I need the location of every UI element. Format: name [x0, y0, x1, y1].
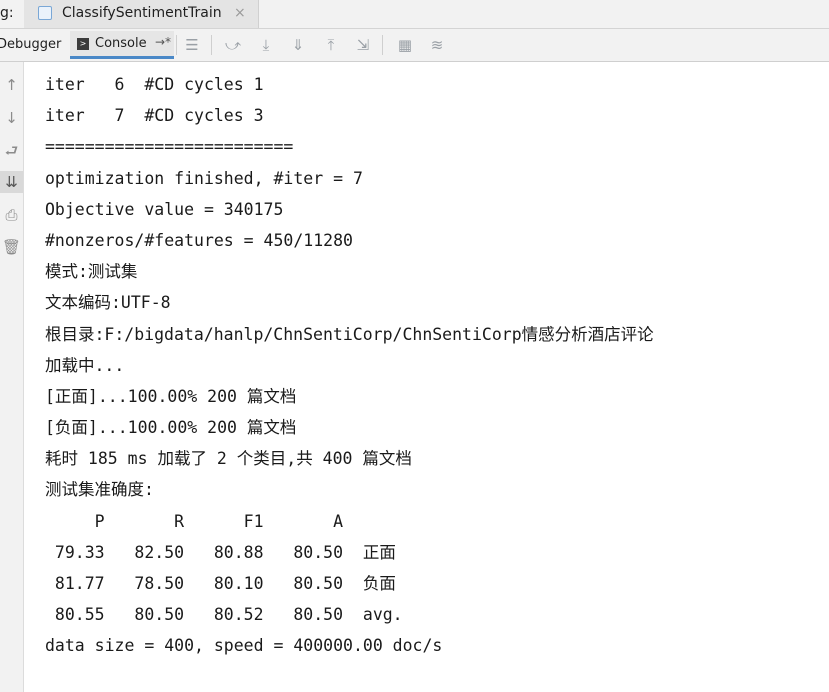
console-line: 81.77 78.50 80.10 80.50 负面: [45, 574, 396, 593]
console-line: 文本编码:UTF-8: [45, 293, 171, 313]
console-line: iter 7 #CD cycles 3: [45, 106, 264, 126]
trash-icon[interactable]: 🗑: [0, 236, 23, 258]
toolbar-divider: [176, 35, 177, 55]
toolbar-divider: [211, 35, 212, 55]
file-icon: [38, 6, 52, 20]
console-line: 79.33 82.50 80.88 80.50 正面: [45, 542, 396, 562]
tab-label: ClassifySentimentTrain: [62, 5, 222, 21]
console-gutter: ↑ ↓ ⮐ ⇊ ⎙ 🗑: [0, 62, 24, 692]
run-to-cursor-icon[interactable]: ⇲: [352, 34, 374, 56]
force-step-into-icon[interactable]: ⇓: [287, 34, 309, 56]
console-line: 80.55 80.50 80.52 80.50 avg.: [45, 605, 403, 625]
tab-console[interactable]: > Console →*: [70, 31, 174, 59]
console-line: Objective value = 340175: [45, 199, 284, 219]
scroll-to-end-icon[interactable]: ⇊: [0, 171, 23, 193]
console-line: [正面]...100.00% 200 篇文档: [45, 386, 297, 406]
pin-icon[interactable]: →*: [155, 35, 171, 49]
console-line: optimization finished, #iter = 7: [45, 168, 363, 188]
step-into-icon[interactable]: ⤓: [255, 34, 277, 56]
tab-debugger[interactable]: Debugger: [0, 37, 61, 52]
tab-classify-sentiment-train[interactable]: ClassifySentimentTrain ×: [24, 0, 259, 28]
console-line: 测试集准确度:: [45, 480, 154, 500]
evaluate-icon[interactable]: ▦: [394, 34, 416, 56]
console-label: Console: [95, 36, 147, 51]
down-arrow-icon[interactable]: ↓: [0, 107, 23, 129]
console-line: [负面]...100.00% 200 篇文档: [45, 418, 297, 438]
step-out-icon[interactable]: ⤒: [320, 34, 342, 56]
console-line: =========================: [45, 137, 294, 157]
console-line: data size = 400, speed = 400000.00 doc/s: [45, 636, 443, 656]
menu-icon[interactable]: ☰: [181, 34, 203, 56]
console-line: #nonzeros/#features = 450/11280: [45, 230, 353, 250]
console-line: P R F1 A: [45, 511, 344, 531]
debug-toolbar: Debugger > Console →* ☰ ⤻ ⤓ ⇓ ⤒ ⇲ ▦ ≋: [0, 29, 829, 62]
console-output: iter 6 #CD cycles 1 iter 7 #CD cycles 3 ==…: [45, 69, 825, 662]
console-line: 根目录:F:/bigdata/hanlp/ChnSentiCorp/ChnSen…: [45, 324, 654, 344]
console-line: 加载中...: [45, 355, 125, 375]
soft-wrap-icon[interactable]: ⮐: [0, 140, 23, 162]
close-icon[interactable]: ×: [234, 5, 246, 21]
console-line: 耗时 185 ms 加载了 2 个类目,共 400 篇文档: [45, 449, 412, 469]
console-line: 模式:测试集: [45, 262, 138, 282]
tab-prefix: g:: [0, 5, 14, 21]
trace-icon[interactable]: ≋: [426, 34, 448, 56]
editor-tab-bar: g: ClassifySentimentTrain ×: [0, 0, 829, 29]
up-arrow-icon[interactable]: ↑: [0, 74, 23, 96]
print-icon[interactable]: ⎙: [0, 204, 23, 226]
console-icon: >: [77, 38, 89, 50]
toolbar-divider: [382, 35, 383, 55]
console-line: iter 6 #CD cycles 1: [45, 75, 264, 94]
step-over-icon[interactable]: ⤻: [222, 34, 244, 56]
